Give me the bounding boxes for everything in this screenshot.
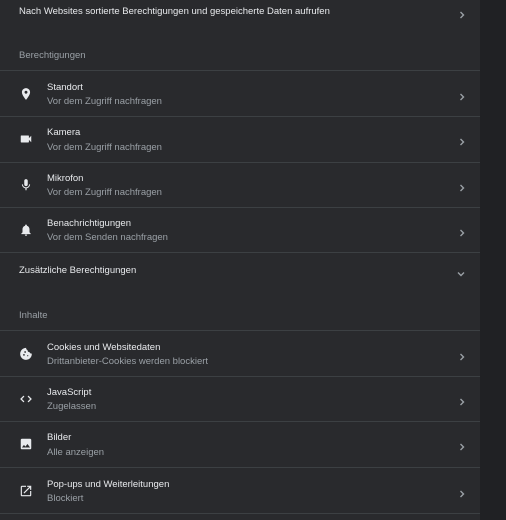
chevron-right-icon bbox=[458, 486, 466, 498]
open-in-new-icon bbox=[19, 484, 33, 498]
content-row-popups[interactable]: Pop-ups und Weiterleitungen Blockiert bbox=[0, 468, 480, 513]
content-row-images[interactable]: Bilder Alle anzeigen bbox=[0, 422, 480, 467]
permission-title: Benachrichtigungen bbox=[47, 218, 131, 229]
content-row-cookies[interactable]: Cookies und Websitedaten Drittanbieter-C… bbox=[0, 331, 480, 376]
content-subtitle: Alle anzeigen bbox=[47, 447, 105, 458]
chevron-down-icon bbox=[456, 266, 466, 277]
chevron-right-icon bbox=[458, 225, 466, 237]
permission-subtitle: Vor dem Zugriff nachfragen bbox=[47, 187, 162, 198]
chevron-right-icon bbox=[458, 89, 466, 101]
permission-subtitle: Vor dem Zugriff nachfragen bbox=[47, 96, 162, 107]
additional-permissions-label: Zusätzliche Berechtigungen bbox=[19, 265, 137, 276]
additional-permissions-row[interactable]: Zusätzliche Berechtigungen bbox=[0, 253, 480, 287]
chevron-right-icon bbox=[458, 439, 466, 451]
chevron-right-icon bbox=[458, 134, 466, 146]
permission-title: Standort bbox=[47, 82, 83, 93]
chevron-right-icon bbox=[458, 349, 466, 361]
camera-icon bbox=[19, 132, 33, 146]
page-gutter bbox=[480, 0, 506, 520]
permission-row-location[interactable]: Standort Vor dem Zugriff nachfragen bbox=[0, 71, 480, 116]
permission-title: Kamera bbox=[47, 127, 81, 138]
chevron-right-icon bbox=[458, 7, 466, 19]
bell-icon bbox=[19, 223, 33, 237]
content-row-javascript[interactable]: JavaScript Zugelassen bbox=[0, 377, 480, 421]
permission-row-camera[interactable]: Kamera Vor dem Zugriff nachfragen bbox=[0, 117, 480, 162]
settings-card: Nach Websites sortierte Berechtigungen u… bbox=[0, 0, 480, 520]
content-title: Cookies und Websitedaten bbox=[47, 342, 161, 353]
microphone-icon bbox=[19, 178, 33, 192]
permission-subtitle: Vor dem Senden nachfragen bbox=[47, 232, 168, 243]
site-settings-page: Nach Websites sortierte Berechtigungen u… bbox=[0, 0, 506, 520]
permission-row-microphone[interactable]: Mikrofon Vor dem Zugriff nachfragen bbox=[0, 163, 480, 207]
content-heading: Inhalte bbox=[19, 310, 48, 321]
code-icon bbox=[19, 392, 33, 406]
content-title: Pop-ups und Weiterleitungen bbox=[47, 479, 170, 490]
permission-subtitle: Vor dem Zugriff nachfragen bbox=[47, 142, 162, 153]
divider bbox=[0, 513, 480, 514]
permission-title: Mikrofon bbox=[47, 173, 84, 184]
content-subtitle: Zugelassen bbox=[47, 401, 97, 412]
all-sites-label: Nach Websites sortierte Berechtigungen u… bbox=[19, 6, 330, 17]
permissions-heading: Berechtigungen bbox=[19, 50, 86, 61]
all-sites-row[interactable]: Nach Websites sortierte Berechtigungen u… bbox=[0, 0, 480, 24]
image-icon bbox=[19, 437, 33, 451]
chevron-right-icon bbox=[458, 394, 466, 406]
content-title: Bilder bbox=[47, 432, 72, 443]
content-subtitle: Blockiert bbox=[47, 493, 84, 504]
cookie-icon bbox=[19, 347, 33, 361]
location-pin-icon bbox=[19, 87, 33, 101]
permission-row-notifications[interactable]: Benachrichtigungen Vor dem Senden nachfr… bbox=[0, 208, 480, 252]
content-subtitle: Drittanbieter-Cookies werden blockiert bbox=[47, 356, 209, 367]
content-title: JavaScript bbox=[47, 387, 92, 398]
chevron-right-icon bbox=[458, 180, 466, 192]
